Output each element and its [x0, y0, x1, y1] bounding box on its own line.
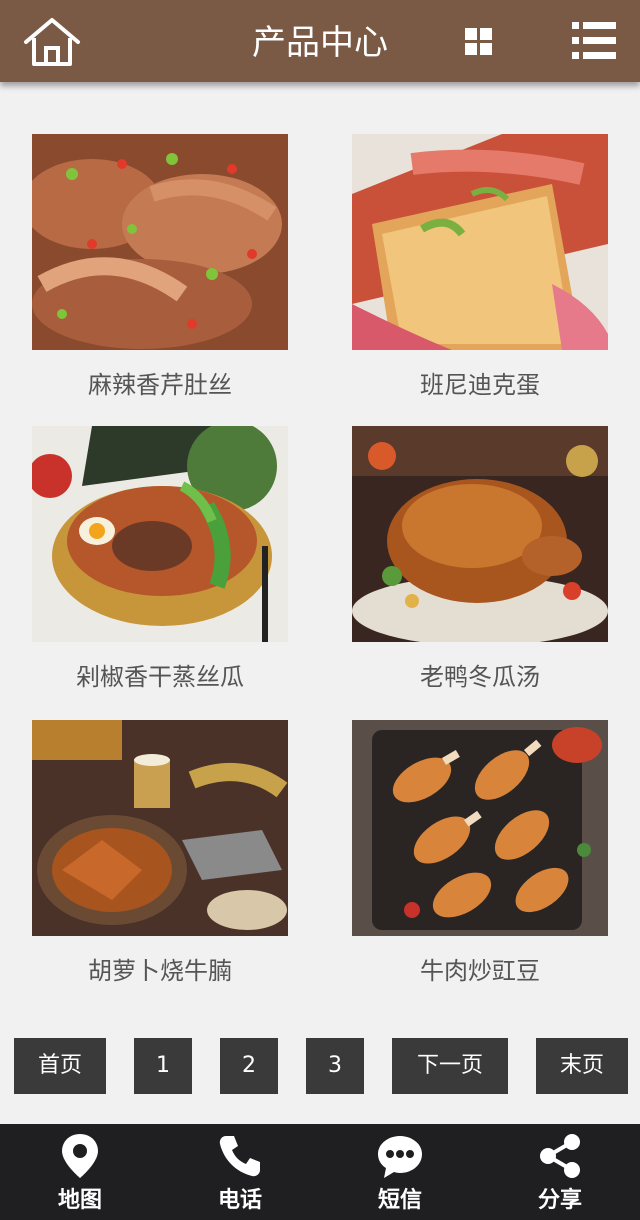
product-name: 胡萝卜烧牛腩: [88, 957, 232, 985]
product-card[interactable]: 麻辣香芹肚丝: [32, 134, 288, 404]
menu-button[interactable]: [570, 20, 618, 62]
footer-phone-label: 电话: [217, 1188, 262, 1213]
home-icon: [24, 18, 80, 66]
footer-phone-button[interactable]: 电话: [160, 1124, 320, 1220]
footer-map-label: 地图: [57, 1188, 102, 1213]
product-card[interactable]: 班尼迪克蛋: [352, 134, 608, 404]
pagination-page-3[interactable]: 3: [306, 1038, 364, 1094]
bottom-nav: 地图 电话 短信 分享: [0, 1124, 640, 1220]
grid-view-icon: [465, 28, 492, 55]
product-image: [32, 426, 288, 642]
footer-sms-button[interactable]: 短信: [320, 1124, 480, 1220]
phone-icon: [219, 1136, 260, 1177]
product-card[interactable]: 老鸭冬瓜汤: [352, 426, 608, 696]
product-card[interactable]: 牛肉炒豇豆: [352, 720, 608, 990]
footer-share-label: 分享: [537, 1188, 582, 1213]
product-name: 班尼迪克蛋: [420, 371, 540, 399]
pagination-first-button[interactable]: 首页: [14, 1038, 106, 1094]
page-title: 产品中心: [252, 23, 388, 63]
product-image: [32, 134, 288, 350]
product-image: [352, 426, 608, 642]
pagination-page-1[interactable]: 1: [134, 1038, 192, 1094]
list-menu-icon: [572, 22, 616, 59]
home-button[interactable]: [22, 16, 82, 68]
product-image: [352, 134, 608, 350]
share-icon: [540, 1134, 580, 1178]
footer-sms-label: 短信: [377, 1188, 422, 1213]
message-icon: [378, 1136, 422, 1178]
pagination-page-2[interactable]: 2: [220, 1038, 278, 1094]
product-name: 麻辣香芹肚丝: [88, 371, 232, 399]
top-bar: 产品中心: [0, 0, 640, 82]
product-image: [352, 720, 608, 936]
product-name: 剁椒香干蒸丝瓜: [76, 663, 244, 691]
map-pin-icon: [62, 1134, 98, 1178]
pagination-next-button[interactable]: 下一页: [392, 1038, 508, 1094]
product-image: [32, 720, 288, 936]
pagination-last-button[interactable]: 末页: [536, 1038, 628, 1094]
product-name: 老鸭冬瓜汤: [420, 663, 540, 691]
product-name: 牛肉炒豇豆: [420, 957, 540, 985]
grid-view-button[interactable]: [465, 28, 493, 56]
product-card[interactable]: 剁椒香干蒸丝瓜: [32, 426, 288, 696]
footer-map-button[interactable]: 地图: [0, 1124, 160, 1220]
product-card[interactable]: 胡萝卜烧牛腩: [32, 720, 288, 990]
footer-share-button[interactable]: 分享: [480, 1124, 640, 1220]
